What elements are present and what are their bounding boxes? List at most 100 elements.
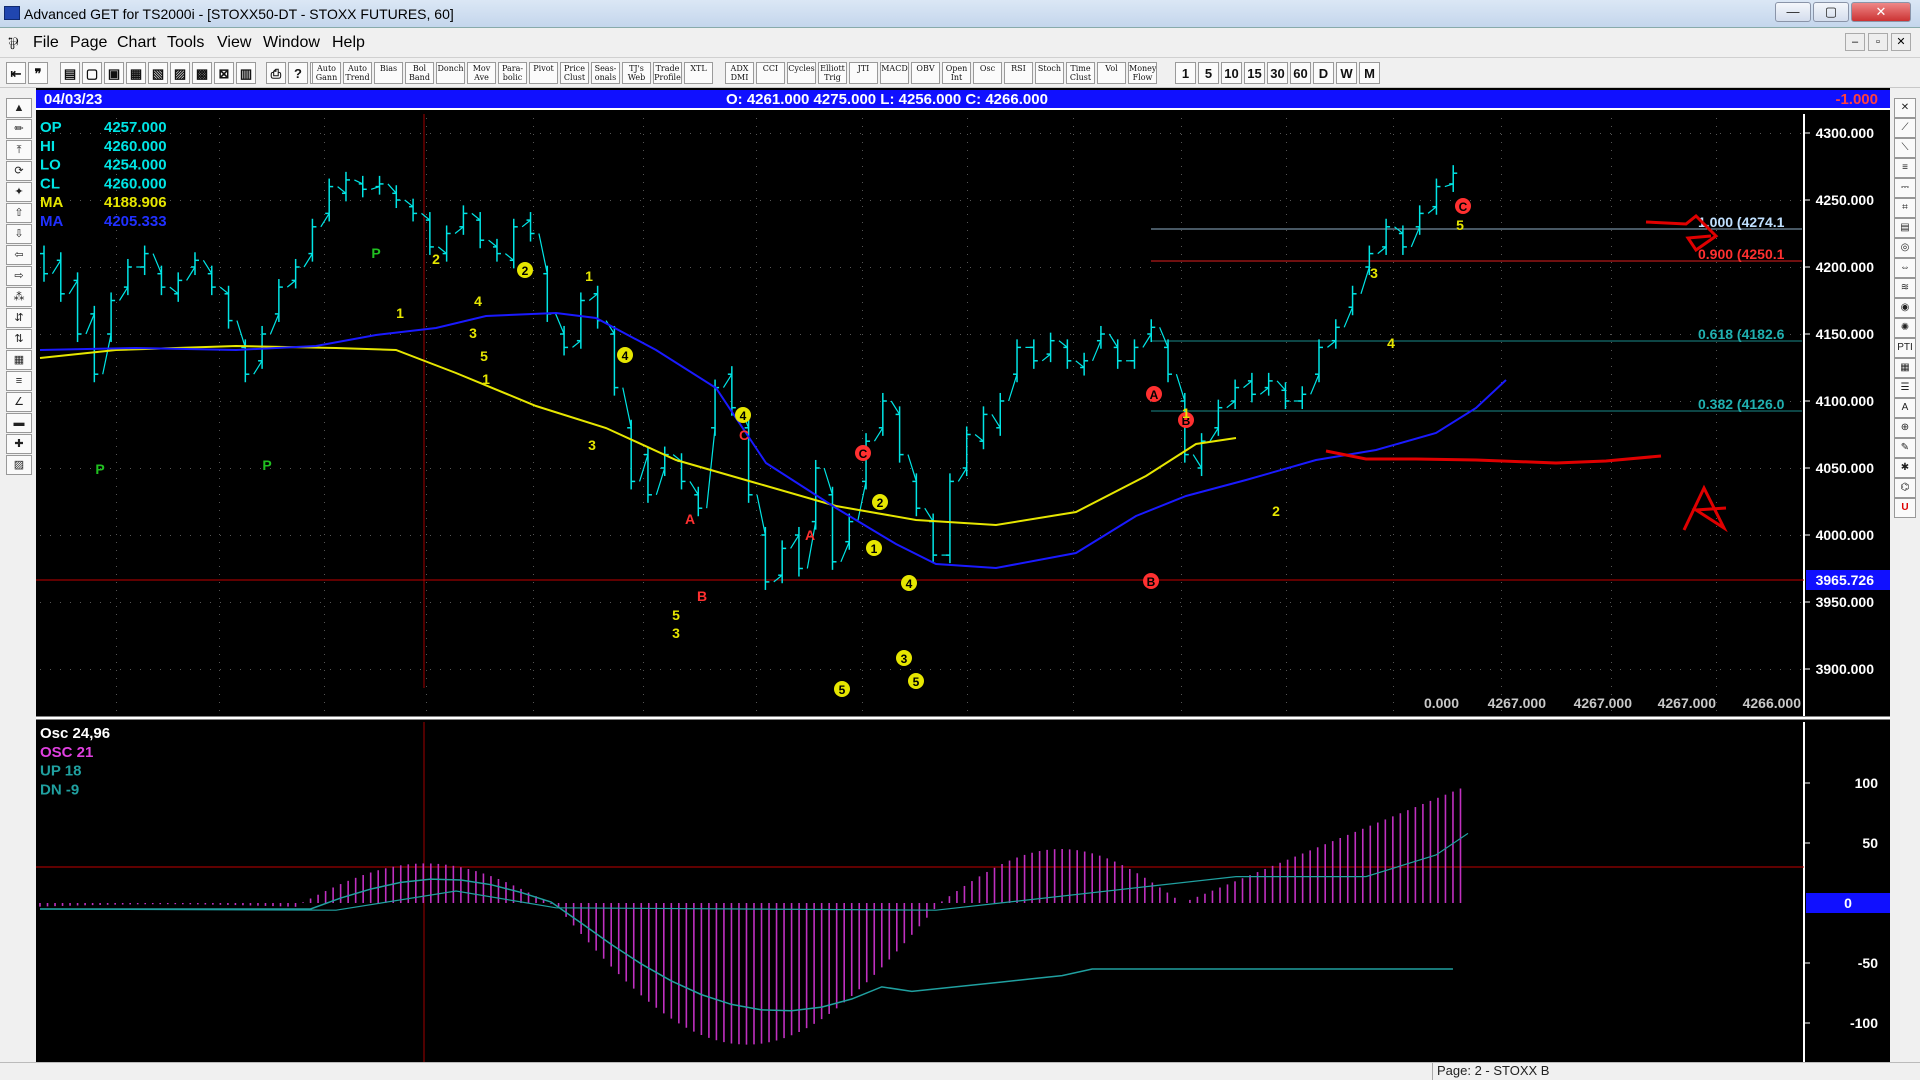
indicator-button-rsi[interactable]: RSI — [1004, 62, 1033, 84]
app-menu-icon[interactable]: ⅌ — [8, 32, 18, 54]
chart-area[interactable]: 04/03/23 O: 4261.000 4275.000 L: 4256.000… — [36, 88, 1890, 1080]
toolbar-icon-10[interactable]: ▥ — [236, 62, 256, 84]
right-tool-12[interactable]: PTI — [1894, 338, 1916, 358]
timeframe-button-m[interactable]: M — [1359, 62, 1380, 84]
left-tool-12[interactable]: ▦ — [6, 350, 32, 370]
study-button-bol-band[interactable]: Bol Band — [405, 62, 434, 84]
right-tool-3[interactable]: ≡ — [1894, 158, 1916, 178]
left-tool-7[interactable]: ⇦ — [6, 245, 32, 265]
toolbar-icon-9[interactable]: ⊠ — [214, 62, 234, 84]
toolbar-icon-8[interactable]: ▩ — [192, 62, 212, 84]
menu-file[interactable]: File — [33, 34, 59, 52]
right-tool-17[interactable]: ✎ — [1894, 438, 1916, 458]
left-tool-3[interactable]: ⟳ — [6, 161, 32, 181]
timeframe-button-15[interactable]: 15 — [1244, 62, 1265, 84]
indicator-button-stoch[interactable]: Stoch — [1035, 62, 1064, 84]
right-tool-11[interactable]: ✺ — [1894, 318, 1916, 338]
indicator-button-osc[interactable]: Osc — [973, 62, 1002, 84]
indicator-button-jti[interactable]: JTI — [849, 62, 878, 84]
menu-tools[interactable]: Tools — [167, 34, 204, 52]
indicator-button-time-clust[interactable]: Time Clust — [1066, 62, 1095, 84]
timeframe-button-1[interactable]: 1 — [1175, 62, 1196, 84]
study-button-donch[interactable]: Donch — [436, 62, 465, 84]
left-tool-15[interactable]: ▬ — [6, 413, 32, 433]
right-tool-4[interactable]: ⎓ — [1894, 178, 1916, 198]
right-tool-15[interactable]: A — [1894, 398, 1916, 418]
study-button-auto-trend[interactable]: Auto Trend — [343, 62, 372, 84]
indicator-button-obv[interactable]: OBV — [911, 62, 940, 84]
left-tool-17[interactable]: ▨ — [6, 455, 32, 475]
toolbar-icon-12[interactable]: ? — [288, 62, 308, 84]
left-tool-4[interactable]: ✦ — [6, 182, 32, 202]
study-button-para-bolic[interactable]: Para- bolic — [498, 62, 527, 84]
right-tool-8[interactable]: ⇔ — [1894, 258, 1916, 278]
study-button-bias[interactable]: Bias — [374, 62, 403, 84]
menu-help[interactable]: Help — [332, 34, 365, 52]
mdi-close-button[interactable]: ✕ — [1891, 33, 1911, 51]
right-tool-7[interactable]: ◎ — [1894, 238, 1916, 258]
toolbar-icon-0[interactable]: ⇤ — [6, 62, 26, 84]
toolbar-icon-3[interactable]: ▢ — [82, 62, 102, 84]
indicator-button-cycles[interactable]: Cycles — [787, 62, 816, 84]
left-tool-10[interactable]: ⇵ — [6, 308, 32, 328]
timeframe-button-5[interactable]: 5 — [1198, 62, 1219, 84]
right-tool-16[interactable]: ⊕ — [1894, 418, 1916, 438]
timeframe-button-w[interactable]: W — [1336, 62, 1357, 84]
timeframe-button-d[interactable]: D — [1313, 62, 1334, 84]
right-tool-0[interactable]: ✕ — [1894, 98, 1916, 118]
right-tool-19[interactable]: ⌬ — [1894, 478, 1916, 498]
right-tool-14[interactable]: ☰ — [1894, 378, 1916, 398]
right-tool-18[interactable]: ✱ — [1894, 458, 1916, 478]
right-tool-1[interactable]: ⟋ — [1894, 118, 1916, 138]
study-button-trade-profile[interactable]: Trade Profile — [653, 62, 682, 84]
indicator-button-open-int[interactable]: Open Int — [942, 62, 971, 84]
left-tool-16[interactable]: ✚ — [6, 434, 32, 454]
toolbar-icon-7[interactable]: ▨ — [170, 62, 190, 84]
study-button-tj-s-web[interactable]: TJ's Web — [622, 62, 651, 84]
study-button-pivot[interactable]: Pivot — [529, 62, 558, 84]
right-tool-2[interactable]: ⟍ — [1894, 138, 1916, 158]
toolbar-icon-5[interactable]: ▦ — [126, 62, 146, 84]
indicator-button-cci[interactable]: CCI — [756, 62, 785, 84]
right-tool-13[interactable]: ▦ — [1894, 358, 1916, 378]
indicator-button-adx-dmi[interactable]: ADX DMI — [725, 62, 754, 84]
left-tool-5[interactable]: ⇧ — [6, 203, 32, 223]
left-tool-14[interactable]: ∠ — [6, 392, 32, 412]
timeframe-button-10[interactable]: 10 — [1221, 62, 1242, 84]
left-tool-1[interactable]: ✏ — [6, 119, 32, 139]
right-tool-5[interactable]: ⌗ — [1894, 198, 1916, 218]
menu-view[interactable]: View — [217, 34, 251, 52]
left-tool-11[interactable]: ⇅ — [6, 329, 32, 349]
toolbar-icon-2[interactable]: ▤ — [60, 62, 80, 84]
right-tool-6[interactable]: ▤ — [1894, 218, 1916, 238]
mdi-minimize-button[interactable]: – — [1845, 33, 1865, 51]
study-button-auto-gann[interactable]: Auto Gann — [312, 62, 341, 84]
menu-chart[interactable]: Chart — [117, 34, 156, 52]
left-tool-8[interactable]: ⇨ — [6, 266, 32, 286]
chart-canvas[interactable]: 04/03/23 O: 4261.000 4275.000 L: 4256.000… — [36, 88, 1890, 1080]
right-tool-10[interactable]: ◉ — [1894, 298, 1916, 318]
menu-window[interactable]: Window — [263, 34, 320, 52]
indicator-button-macd[interactable]: MACD — [880, 62, 909, 84]
left-tool-2[interactable]: ⤒ — [6, 140, 32, 160]
timeframe-button-60[interactable]: 60 — [1290, 62, 1311, 84]
maximize-button[interactable]: ▢ — [1813, 2, 1849, 22]
toolbar-icon-6[interactable]: ▧ — [148, 62, 168, 84]
mdi-restore-button[interactable]: ▫ — [1868, 33, 1888, 51]
left-tool-13[interactable]: ≡ — [6, 371, 32, 391]
right-tool-9[interactable]: ≋ — [1894, 278, 1916, 298]
left-tool-6[interactable]: ⇩ — [6, 224, 32, 244]
toolbar-icon-4[interactable]: ▣ — [104, 62, 124, 84]
left-tool-9[interactable]: ⁂ — [6, 287, 32, 307]
toolbar-icon-1[interactable]: ❞ — [28, 62, 48, 84]
timeframe-button-30[interactable]: 30 — [1267, 62, 1288, 84]
study-button-mov-ave[interactable]: Mov Ave — [467, 62, 496, 84]
indicator-button-elliott-trig[interactable]: Elliott Trig — [818, 62, 847, 84]
study-button-xtl[interactable]: XTL — [684, 62, 713, 84]
study-button-seas-onals[interactable]: Seas- onals — [591, 62, 620, 84]
right-tool-20[interactable]: U — [1894, 498, 1916, 518]
minimize-button[interactable]: — — [1775, 2, 1811, 22]
indicator-button-vol[interactable]: Vol — [1097, 62, 1126, 84]
left-tool-0[interactable]: ▲ — [6, 98, 32, 118]
menu-page[interactable]: Page — [70, 34, 107, 52]
